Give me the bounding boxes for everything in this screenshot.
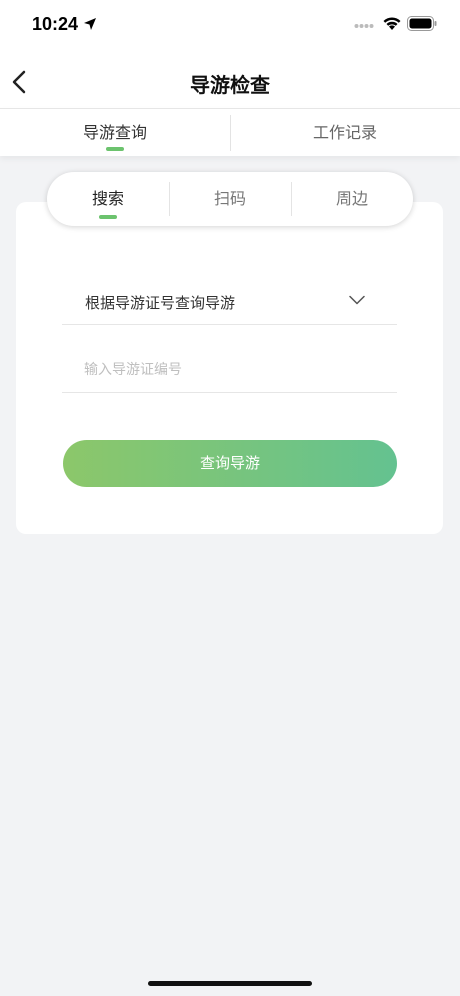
home-indicator — [148, 981, 312, 986]
segment-nearby[interactable]: 周边 — [291, 172, 413, 226]
status-bar: 10:24 — [0, 0, 460, 52]
cellular-signal-icon — [354, 24, 374, 28]
query-guide-button[interactable]: 查询导游 — [63, 440, 397, 487]
top-tab-bar: 导游查询 工作记录 — [0, 108, 460, 156]
chevron-down-icon — [349, 295, 365, 305]
nav-bar: 导游检查 — [0, 52, 460, 108]
active-tab-indicator — [106, 147, 124, 151]
segment-scan[interactable]: 扫码 — [169, 172, 291, 226]
status-time: 10:24 — [32, 14, 79, 34]
query-type-select[interactable]: 根据导游证号查询导游 — [62, 278, 397, 325]
mode-segmented-control: 搜索 扫码 周边 — [47, 172, 413, 226]
guide-id-field — [62, 346, 397, 393]
guide-id-input[interactable] — [84, 356, 374, 384]
wifi-icon — [383, 17, 401, 30]
active-segment-indicator — [99, 215, 117, 219]
tab-work-records[interactable]: 工作记录 — [230, 109, 460, 156]
battery-icon — [407, 16, 437, 31]
query-type-value: 根据导游证号查询导游 — [85, 294, 236, 312]
page-title: 导游检查 — [190, 73, 270, 97]
location-arrow-icon — [84, 18, 96, 30]
